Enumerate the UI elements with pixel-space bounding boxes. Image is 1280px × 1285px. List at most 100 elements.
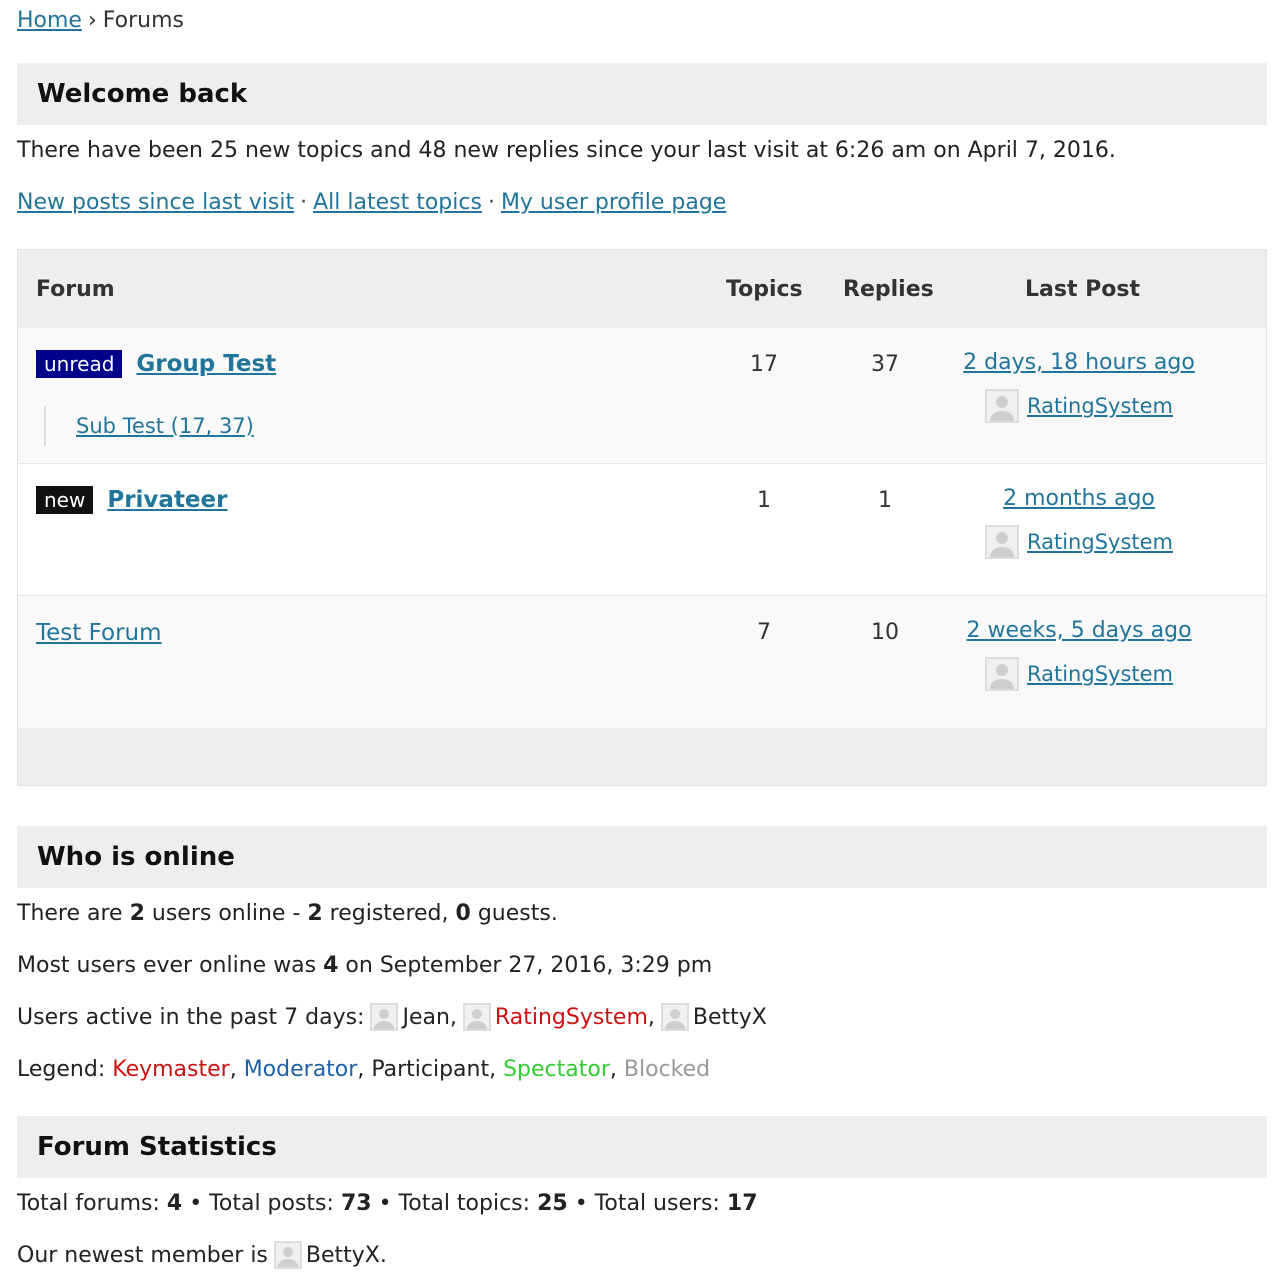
legend-spectator: Spectator bbox=[503, 1057, 610, 1082]
online-title: Who is online bbox=[37, 842, 235, 872]
last-post-cell: 2 months ago RatingSystem bbox=[948, 486, 1210, 559]
active-users-line: Users active in the past 7 days: Jean, R… bbox=[17, 1003, 767, 1031]
posts-count: 73 bbox=[340, 1191, 372, 1216]
forum-row: unread Group Test Sub Test (17, 37) 17 37… bbox=[18, 328, 1266, 464]
col-forum-header: Forum bbox=[36, 277, 115, 302]
last-post-cell: 2 days, 18 hours ago RatingSystem bbox=[948, 350, 1210, 423]
new-posts-link[interactable]: New posts since last visit bbox=[17, 190, 294, 215]
forum-row: new Privateer 1 1 2 months ago RatingSyst… bbox=[18, 464, 1266, 596]
replies-count: 10 bbox=[871, 620, 899, 645]
last-post-author-link[interactable]: RatingSystem bbox=[1027, 662, 1173, 686]
forum-link-privateer[interactable]: Privateer bbox=[107, 487, 227, 513]
bullet: • bbox=[378, 1191, 392, 1216]
replies-count: 37 bbox=[871, 352, 899, 377]
text: registered, bbox=[322, 901, 456, 926]
legend-keymaster: Keymaster bbox=[112, 1057, 230, 1082]
forum-link-test-forum[interactable]: Test Forum bbox=[36, 620, 162, 646]
link-separator: · bbox=[487, 190, 495, 215]
forum-table: Forum Topics Replies Last Post unread Gro… bbox=[17, 249, 1267, 786]
user-avatar-icon[interactable] bbox=[984, 389, 1019, 423]
link-separator: · bbox=[300, 190, 308, 215]
stats-title: Forum Statistics bbox=[37, 1132, 277, 1162]
comma: , bbox=[449, 1004, 457, 1030]
total-online-count: 2 bbox=[129, 901, 145, 926]
users-label: Total users: bbox=[594, 1191, 720, 1216]
user-avatar-icon[interactable] bbox=[273, 1241, 302, 1269]
users-online-line: There are 2 users online - 2 registered,… bbox=[17, 901, 558, 926]
stats-line: Total forums: 4 • Total posts: 73 • Tota… bbox=[17, 1191, 758, 1216]
replies-count: 1 bbox=[878, 488, 892, 513]
last-post-cell: 2 weeks, 5 days ago RatingSystem bbox=[948, 618, 1210, 691]
most-online-line: Most users ever online was 4 on Septembe… bbox=[17, 953, 712, 978]
last-post-time-link[interactable]: 2 weeks, 5 days ago bbox=[966, 618, 1191, 643]
user-avatar-icon[interactable] bbox=[984, 657, 1019, 691]
posts-label: Total posts: bbox=[209, 1191, 334, 1216]
unread-badge: unread bbox=[36, 350, 123, 378]
legend-blocked: Blocked bbox=[623, 1057, 711, 1082]
text: users online - bbox=[144, 901, 308, 926]
last-post-author: RatingSystem bbox=[948, 389, 1210, 423]
col-lastpost-header: Last Post bbox=[1025, 277, 1140, 302]
newest-member-suffix: . bbox=[379, 1242, 387, 1268]
active-user-jean[interactable]: Jean bbox=[402, 1005, 449, 1030]
topics-count: 7 bbox=[757, 620, 771, 645]
legend-moderator: Moderator bbox=[243, 1057, 358, 1082]
breadcrumb: Home › Forums bbox=[17, 8, 184, 33]
topics-count-total: 25 bbox=[537, 1191, 568, 1216]
guests-count: 0 bbox=[455, 901, 471, 926]
welcome-title: Welcome back bbox=[37, 79, 248, 109]
breadcrumb-current: Forums bbox=[102, 8, 184, 33]
user-avatar-icon[interactable] bbox=[660, 1003, 689, 1031]
col-topics-header: Topics bbox=[726, 277, 803, 302]
active-user-bettyx[interactable]: BettyX bbox=[693, 1005, 767, 1030]
last-post-time-link[interactable]: 2 days, 18 hours ago bbox=[963, 350, 1195, 375]
legend-label: Legend: bbox=[17, 1057, 106, 1082]
most-online-count: 4 bbox=[323, 953, 339, 978]
forum-row: Test Forum 7 10 2 weeks, 5 days ago Rati… bbox=[18, 596, 1266, 728]
topics-count: 17 bbox=[750, 352, 778, 377]
legend-participant: Participant bbox=[371, 1057, 490, 1082]
forum-title-cell: Test Forum bbox=[36, 620, 162, 646]
text: guests. bbox=[470, 901, 558, 926]
bullet: • bbox=[574, 1191, 588, 1216]
last-post-author: RatingSystem bbox=[948, 525, 1210, 559]
text: There are bbox=[17, 901, 130, 926]
breadcrumb-separator: › bbox=[87, 8, 97, 33]
forum-table-header: Forum Topics Replies Last Post bbox=[18, 250, 1266, 328]
forum-title-cell: unread Group Test bbox=[36, 350, 276, 378]
subforum-link-sub-test[interactable]: Sub Test (17, 37) bbox=[76, 414, 254, 438]
online-header: Who is online bbox=[17, 826, 1267, 888]
breadcrumb-home-link[interactable]: Home bbox=[17, 8, 82, 33]
forums-count: 4 bbox=[166, 1191, 183, 1216]
legend-line: Legend: Keymaster, Moderator, Participan… bbox=[17, 1057, 711, 1082]
user-avatar-icon[interactable] bbox=[984, 525, 1019, 559]
forum-link-group-test[interactable]: Group Test bbox=[136, 351, 276, 377]
welcome-message: There have been 25 new topics and 48 new… bbox=[17, 138, 1116, 163]
forums-label: Total forums: bbox=[17, 1191, 160, 1216]
forum-title-cell: new Privateer bbox=[36, 486, 227, 514]
stats-header: Forum Statistics bbox=[17, 1116, 1267, 1178]
text: on September 27, 2016, 3:29 pm bbox=[338, 953, 713, 978]
last-post-author-link[interactable]: RatingSystem bbox=[1027, 530, 1173, 554]
latest-topics-link[interactable]: All latest topics bbox=[313, 190, 482, 215]
subforum-list: Sub Test (17, 37) bbox=[44, 406, 254, 446]
profile-page-link[interactable]: My user profile page bbox=[501, 190, 726, 215]
last-post-author-link[interactable]: RatingSystem bbox=[1027, 394, 1173, 418]
last-post-time-link[interactable]: 2 months ago bbox=[1003, 486, 1155, 511]
bullet: • bbox=[189, 1191, 203, 1216]
new-badge: new bbox=[36, 486, 94, 514]
col-replies-header: Replies bbox=[843, 277, 934, 302]
active-user-ratingsystem[interactable]: RatingSystem bbox=[495, 1005, 648, 1030]
users-count: 17 bbox=[726, 1191, 758, 1216]
newest-member-label: Our newest member is bbox=[17, 1242, 268, 1268]
topics-count: 1 bbox=[757, 488, 771, 513]
user-avatar-icon[interactable] bbox=[370, 1003, 399, 1031]
newest-member-name[interactable]: BettyX bbox=[306, 1243, 380, 1268]
registered-count: 2 bbox=[307, 901, 323, 926]
welcome-links: New posts since last visit · All latest to… bbox=[17, 190, 726, 215]
comma: , bbox=[647, 1004, 655, 1030]
topics-label: Total topics: bbox=[398, 1191, 531, 1216]
welcome-header: Welcome back bbox=[17, 63, 1267, 125]
user-avatar-icon[interactable] bbox=[462, 1003, 491, 1031]
active-users-label: Users active in the past 7 days: bbox=[17, 1004, 365, 1030]
